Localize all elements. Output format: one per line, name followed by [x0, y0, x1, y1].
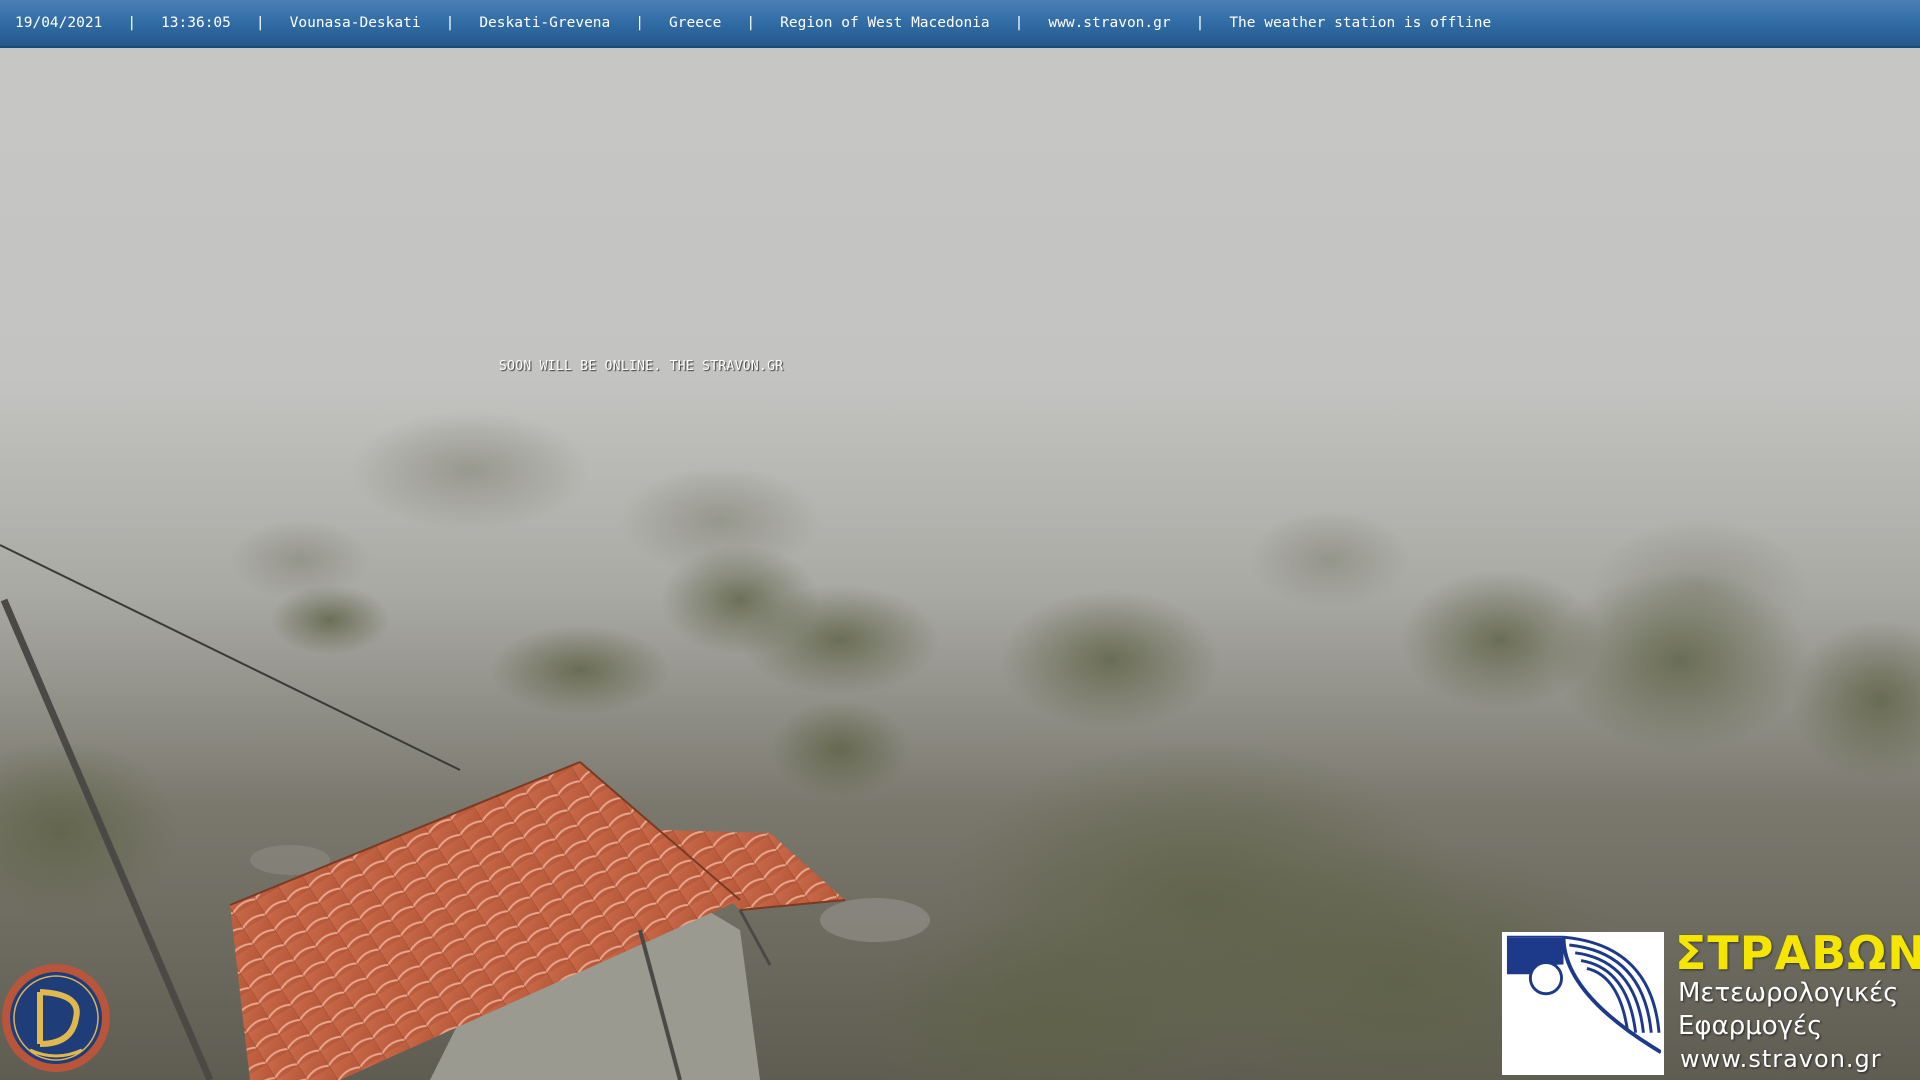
info-area: Deskati-Grevena	[479, 15, 611, 31]
stravon-logo	[1502, 932, 1664, 1075]
info-website: www.stravon.gr	[1048, 15, 1171, 31]
info-separator: |	[127, 15, 137, 31]
info-separator: |	[445, 15, 455, 31]
info-date: 19/04/2021	[15, 15, 103, 31]
info-country: Greece	[669, 15, 722, 31]
info-separator: |	[635, 15, 644, 31]
brand-url: www.stravon.gr	[1680, 1045, 1882, 1073]
info-separator: |	[746, 15, 756, 31]
info-station-status: The weather station is offline	[1229, 15, 1492, 31]
brand-subtitle-line2: Εφαρμογές	[1678, 1011, 1823, 1041]
info-bar: 19/04/2021 | 13:36:05 | Vounasa-Deskati …	[0, 0, 1920, 48]
webcam-frame: 19/04/2021 | 13:36:05 | Vounasa-Deskati …	[0, 0, 1920, 1080]
stravon-logo-icon	[1505, 935, 1661, 1072]
overlay-message: SOON WILL BE ONLINE. THE STRAVON.GR	[499, 359, 784, 374]
info-time: 13:36:05	[161, 15, 231, 31]
brand-title: ΣΤΡΑΒΩΝ	[1675, 926, 1920, 980]
info-separator: |	[1195, 15, 1205, 31]
municipality-seal-logo	[2, 964, 110, 1072]
info-separator: |	[255, 15, 265, 31]
info-location: Vounasa-Deskati	[289, 15, 421, 31]
info-region: Region of West Macedonia	[780, 15, 990, 31]
info-separator: |	[1014, 15, 1024, 31]
webcam-scene	[0, 0, 1920, 1080]
brand-subtitle-line1: Μετεωρολογικές	[1678, 978, 1899, 1008]
